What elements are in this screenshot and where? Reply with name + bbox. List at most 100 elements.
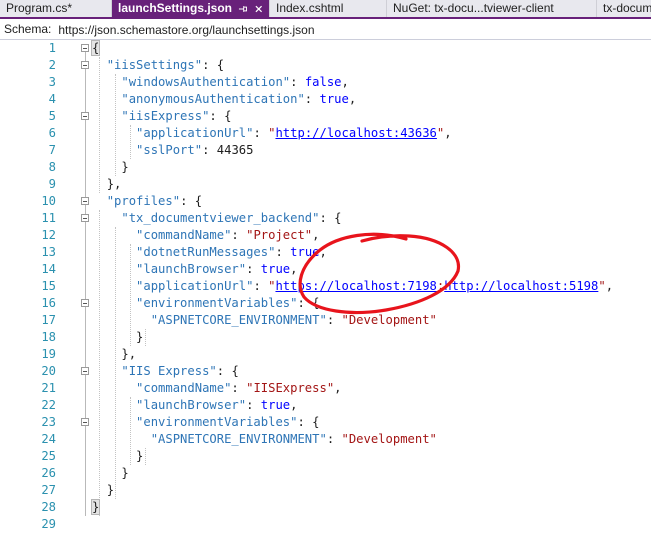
line-number: 15	[41, 279, 56, 293]
code-text: "launchBrowser": true,	[136, 398, 298, 412]
line-number: 20	[41, 364, 56, 378]
code-editor[interactable]: 1{2 "iisSettings": {3 "windowsAuthentica…	[0, 40, 651, 537]
code-text: }	[121, 466, 129, 480]
code-line: 18 }	[0, 329, 651, 346]
code-text: "ASPNETCORE_ENVIRONMENT": "Development"	[150, 432, 437, 446]
tab-nuget[interactable]: NuGet: tx-docu...tviewer-client	[387, 0, 597, 17]
code-line: 3 "windowsAuthentication": false,	[0, 74, 651, 91]
code-text: "iisExpress": {	[121, 109, 232, 123]
close-icon[interactable]	[254, 4, 263, 14]
line-number: 7	[48, 143, 56, 157]
code-text: },	[106, 177, 122, 191]
code-line: 27 }	[0, 482, 651, 499]
collapse-icon[interactable]	[81, 367, 89, 375]
code-text: "sslPort": 44365	[136, 143, 254, 157]
code-line: 22 "launchBrowser": true,	[0, 397, 651, 414]
line-number: 26	[41, 466, 56, 480]
code-text: "ASPNETCORE_ENVIRONMENT": "Development"	[150, 313, 437, 327]
line-number: 1	[48, 41, 56, 55]
code-line: 1{	[0, 40, 651, 57]
code-text: }	[106, 483, 115, 497]
code-text: "iisSettings": {	[106, 58, 225, 72]
line-number: 3	[48, 75, 56, 89]
code-line: 2 "iisSettings": {	[0, 57, 651, 74]
line-number: 16	[41, 296, 56, 310]
pin-icon[interactable]	[238, 4, 248, 14]
collapse-icon[interactable]	[81, 44, 89, 52]
line-number: 9	[48, 177, 56, 191]
document-tab-bar: Program.cs* launchSettings.json Index.cs…	[0, 0, 651, 19]
schema-bar: Schema:	[0, 19, 651, 40]
line-number: 27	[41, 483, 56, 497]
code-text: "environmentVariables": {	[136, 415, 320, 429]
tab-label: Program.cs*	[6, 1, 73, 15]
code-line: 8 }	[0, 159, 651, 176]
collapse-icon[interactable]	[81, 61, 89, 69]
code-text: "IIS Express": {	[121, 364, 239, 378]
tab-index-cshtml[interactable]: Index.cshtml	[270, 0, 387, 17]
code-text: "anonymousAuthentication": true,	[121, 92, 357, 106]
tab-label: launchSettings.json	[118, 1, 233, 15]
tab-label: NuGet: tx-docu...tviewer-client	[393, 1, 554, 15]
tab-program-cs[interactable]: Program.cs*	[0, 0, 112, 17]
code-line: 25 }	[0, 448, 651, 465]
line-number: 8	[48, 160, 56, 174]
code-text: "applicationUrl": "https://localhost:719…	[136, 279, 614, 293]
code-text: "environmentVariables": {	[136, 296, 320, 310]
collapse-icon[interactable]	[81, 299, 89, 307]
tab-label: Index.cshtml	[276, 1, 344, 15]
code-text: "commandName": "Project",	[136, 228, 320, 242]
code-text: }	[121, 160, 129, 174]
schema-label: Schema:	[4, 22, 52, 36]
code-line: 9 },	[0, 176, 651, 193]
code-line: 19 },	[0, 346, 651, 363]
line-number: 14	[41, 262, 56, 276]
line-number: 21	[41, 381, 56, 395]
collapse-icon[interactable]	[81, 112, 89, 120]
tab-tx-docum[interactable]: tx-docum	[597, 0, 651, 17]
tab-label: tx-docum	[603, 1, 651, 15]
line-number: 10	[41, 194, 56, 208]
collapse-icon[interactable]	[81, 197, 89, 205]
line-number: 25	[41, 449, 56, 463]
code-line: 12 "commandName": "Project",	[0, 227, 651, 244]
code-line: 11 "tx_documentviewer_backend": {	[0, 210, 651, 227]
line-number: 28	[41, 500, 56, 514]
line-number: 19	[41, 347, 56, 361]
line-number: 18	[41, 330, 56, 344]
line-number: 24	[41, 432, 56, 446]
collapse-icon[interactable]	[81, 214, 89, 222]
code-line: 17 "ASPNETCORE_ENVIRONMENT": "Developmen…	[0, 312, 651, 329]
code-text: "windowsAuthentication": false,	[121, 75, 349, 89]
code-line: 29	[0, 516, 651, 533]
code-line: 10 "profiles": {	[0, 193, 651, 210]
code-text: {	[90, 40, 101, 56]
tab-launch-settings-json[interactable]: launchSettings.json	[112, 0, 270, 17]
line-number: 29	[41, 517, 56, 531]
code-line: 4 "anonymousAuthentication": true,	[0, 91, 651, 108]
code-text: }	[136, 330, 144, 344]
line-number: 6	[48, 126, 56, 140]
code-text: "launchBrowser": true,	[136, 262, 298, 276]
code-text: "applicationUrl": "http://localhost:4363…	[136, 126, 452, 140]
code-line: 24 "ASPNETCORE_ENVIRONMENT": "Developmen…	[0, 431, 651, 448]
code-line: 15 "applicationUrl": "https://localhost:…	[0, 278, 651, 295]
line-number: 11	[41, 211, 56, 225]
code-text: "dotnetRunMessages": true,	[136, 245, 327, 259]
collapse-icon[interactable]	[81, 418, 89, 426]
line-number: 23	[41, 415, 56, 429]
line-number: 22	[41, 398, 56, 412]
code-line: 26 }	[0, 465, 651, 482]
code-line: 7 "sslPort": 44365	[0, 142, 651, 159]
code-text: "tx_documentviewer_backend": {	[121, 211, 342, 225]
line-number: 13	[41, 245, 56, 259]
line-number: 12	[41, 228, 56, 242]
line-number: 4	[48, 92, 56, 106]
code-line: 5 "iisExpress": {	[0, 108, 651, 125]
schema-url-input[interactable]	[55, 20, 622, 40]
code-text: }	[136, 449, 144, 463]
code-line: 23 "environmentVariables": {	[0, 414, 651, 431]
code-line: 16 "environmentVariables": {	[0, 295, 651, 312]
code-line: 28}	[0, 499, 651, 516]
line-number: 2	[48, 58, 56, 72]
